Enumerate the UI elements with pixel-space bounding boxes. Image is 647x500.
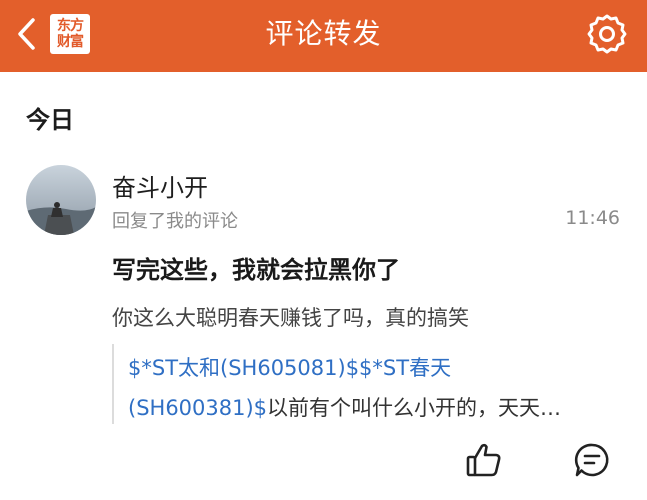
top-bar: 东方 财富 评论转发: [0, 0, 647, 72]
avatar[interactable]: [26, 165, 96, 235]
action-text: 回复了我的评论: [112, 211, 238, 232]
gear-icon: [587, 14, 627, 54]
username[interactable]: 奋斗小开: [112, 168, 208, 203]
comment-icon: [574, 443, 609, 477]
stock-link[interactable]: $*ST太和(SH605081)$$*ST春天: [128, 356, 451, 380]
stock-link[interactable]: (SH600381)$: [128, 396, 267, 420]
comment-button[interactable]: [573, 441, 611, 479]
avatar-image: [26, 165, 96, 235]
like-button[interactable]: [465, 441, 503, 479]
quote-line-2: (SH600381)$以前有个叫什么小开的，天天…: [128, 392, 561, 422]
quote-line-1: $*ST太和(SH605081)$$*ST春天: [128, 352, 451, 382]
timestamp: 11:46: [565, 207, 620, 229]
quoted-post[interactable]: $*ST太和(SH605081)$$*ST春天 (SH600381)$以前有个叫…: [112, 344, 624, 424]
section-title-today: 今日: [26, 106, 74, 134]
settings-button[interactable]: [585, 12, 629, 56]
reply-text[interactable]: 写完这些，我就会拉黑你了: [112, 250, 400, 285]
quote-text: 以前有个叫什么小开的，天天…: [267, 396, 562, 420]
page-title: 评论转发: [265, 17, 382, 50]
original-comment[interactable]: 你这么大聪明春天赚钱了吗，真的搞笑: [112, 302, 469, 332]
thumbs-up-icon: [466, 443, 501, 477]
